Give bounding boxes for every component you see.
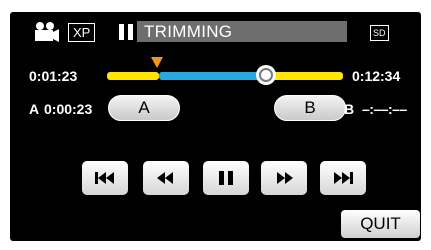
skip-to-end-icon <box>334 172 353 184</box>
sd-card-badge: SD <box>370 25 389 41</box>
pause-indicator-icon <box>119 24 133 40</box>
a-point-label: A <box>29 101 40 117</box>
a-point-time: 0:00:23 <box>44 101 93 117</box>
fast-forward-button[interactable] <box>261 161 307 195</box>
a-point-marker <box>151 57 163 68</box>
set-a-button[interactable]: A <box>108 95 180 121</box>
skip-to-start-icon <box>95 172 114 184</box>
trimming-screen: XP TRIMMING SD 0:01:23 0:12:34 A 0:00:23… <box>10 12 421 241</box>
timeline-after-playhead <box>272 72 343 80</box>
rewind-icon <box>157 172 173 184</box>
screen-title: TRIMMING <box>137 21 347 42</box>
total-time: 0:12:34 <box>352 68 401 84</box>
rewind-button[interactable] <box>143 161 189 195</box>
skip-to-end-button[interactable] <box>320 161 366 195</box>
quit-button[interactable]: QUIT <box>341 210 420 238</box>
video-camera-icon <box>35 22 59 42</box>
timeline-track[interactable] <box>107 72 343 80</box>
skip-to-start-button[interactable] <box>82 161 128 195</box>
current-time: 0:01:23 <box>29 68 78 84</box>
timeline-before-a <box>107 72 159 80</box>
pause-icon <box>219 171 233 185</box>
fast-forward-icon <box>277 172 293 184</box>
b-point-time: –:––:–– <box>362 101 407 117</box>
playhead-knob[interactable] <box>256 65 276 85</box>
b-point-label: B <box>344 101 355 117</box>
set-b-button[interactable]: B <box>274 95 346 121</box>
pause-button[interactable] <box>203 161 249 195</box>
recording-mode-badge: XP <box>68 23 96 42</box>
